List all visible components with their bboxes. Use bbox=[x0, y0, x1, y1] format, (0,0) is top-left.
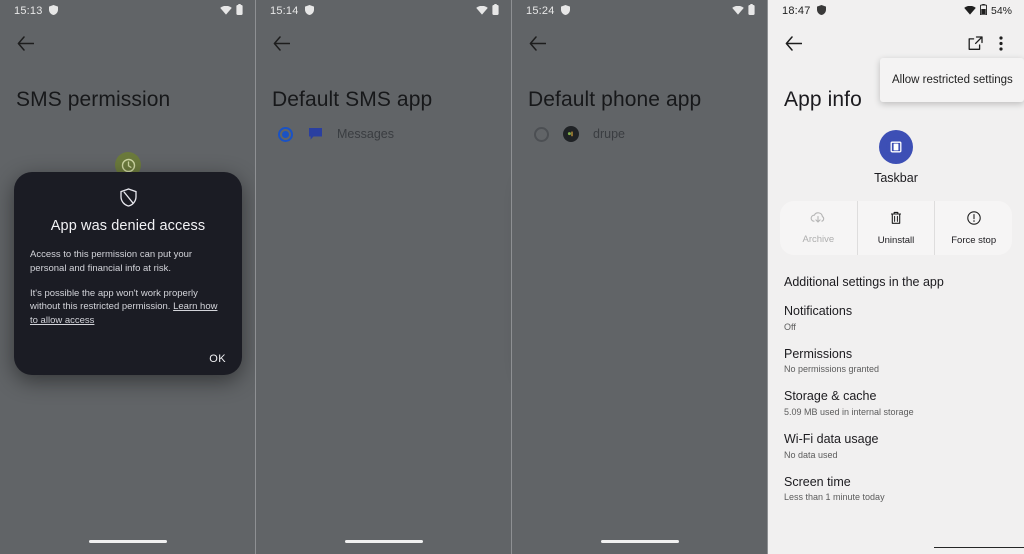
status-time: 15:13 bbox=[14, 5, 43, 17]
drupe-app-icon bbox=[563, 126, 579, 142]
radio-button-unselected[interactable] bbox=[534, 126, 549, 142]
page-title: SMS permission bbox=[16, 88, 171, 111]
action-bar bbox=[0, 22, 255, 64]
dialog-paragraph-1: Access to this permission can put your p… bbox=[30, 249, 193, 274]
setting-title: Screen time bbox=[784, 474, 851, 489]
setting-subtitle: Less than 1 minute today bbox=[784, 492, 885, 503]
status-bar-left: 15:24 bbox=[526, 2, 570, 20]
dialog-paragraph-2: It's possible the app won't work properl… bbox=[30, 287, 226, 328]
status-bar: 15:13 bbox=[0, 0, 255, 22]
cloud-archive-icon bbox=[810, 211, 826, 229]
panel-app-info: 18:47 54% Allow restricted settings App … bbox=[768, 0, 1024, 554]
battery-percent: 54% bbox=[990, 5, 1012, 17]
setting-subtitle: No permissions granted bbox=[784, 364, 880, 375]
denied-access-dialog: App was denied access Access to this per… bbox=[14, 172, 242, 375]
wifi-icon bbox=[732, 2, 744, 20]
dialog-body: Access to this permission can put your p… bbox=[30, 248, 226, 328]
status-time: 15:24 bbox=[526, 5, 555, 17]
section-header-additional-settings: Additional settings in the app bbox=[784, 275, 944, 289]
menu-item-allow-restricted-settings[interactable]: Allow restricted settings bbox=[892, 74, 1013, 86]
app-actions-card: Archive Uninstall Force stop bbox=[780, 201, 1012, 255]
overflow-menu-icon[interactable] bbox=[988, 30, 1014, 56]
stop-circle-icon bbox=[966, 210, 981, 230]
status-bar: 15:24 bbox=[512, 0, 767, 22]
archive-button[interactable]: Archive bbox=[780, 201, 857, 255]
app-header: Taskbar bbox=[768, 130, 1024, 185]
battery-icon bbox=[748, 2, 755, 20]
default-app-option-row[interactable]: Messages bbox=[256, 112, 511, 142]
setting-item-notifications[interactable]: Notifications Off bbox=[768, 289, 1024, 332]
status-bar: 15:14 bbox=[256, 0, 511, 22]
vpn-shield-icon bbox=[48, 2, 58, 20]
status-bar-right bbox=[476, 2, 499, 20]
back-arrow-icon[interactable] bbox=[268, 30, 294, 56]
status-bar-left: 15:13 bbox=[14, 2, 58, 20]
setting-item-permissions[interactable]: Permissions No permissions granted bbox=[768, 332, 1024, 375]
vpn-shield-icon bbox=[816, 2, 826, 20]
back-arrow-icon[interactable] bbox=[780, 30, 806, 56]
default-app-option-row[interactable]: drupe bbox=[512, 112, 767, 142]
open-in-new-icon[interactable] bbox=[962, 30, 988, 56]
radio-button-selected[interactable] bbox=[278, 126, 293, 142]
wifi-icon bbox=[220, 2, 232, 20]
setting-item-wifi-data-usage[interactable]: Wi-Fi data usage No data used bbox=[768, 417, 1024, 460]
status-time: 15:14 bbox=[270, 5, 299, 17]
setting-title: Permissions bbox=[784, 346, 853, 361]
overflow-popup-menu: Allow restricted settings bbox=[880, 58, 1024, 102]
battery-icon bbox=[979, 2, 988, 20]
status-bar-left: 15:14 bbox=[270, 2, 314, 20]
vpn-shield-icon bbox=[304, 2, 314, 20]
app-name: Taskbar bbox=[874, 171, 918, 185]
gesture-nav-bar[interactable] bbox=[600, 539, 679, 543]
action-bar bbox=[512, 22, 767, 64]
setting-title: Wi-Fi data usage bbox=[784, 431, 879, 446]
setting-item-storage-cache[interactable]: Storage & cache 5.09 MB used in internal… bbox=[768, 374, 1024, 417]
setting-title: Storage & cache bbox=[784, 389, 877, 404]
vpn-shield-icon bbox=[560, 2, 570, 20]
messages-app-icon bbox=[307, 126, 323, 142]
panel-default-sms-app: 15:14 Default SMS app Messages bbox=[256, 0, 512, 554]
status-bar-right bbox=[732, 2, 755, 20]
uninstall-button[interactable]: Uninstall bbox=[856, 201, 935, 255]
setting-subtitle: Off bbox=[784, 321, 796, 332]
setting-item-screen-time[interactable]: Screen time Less than 1 minute today bbox=[768, 460, 1024, 503]
gesture-nav-bar[interactable] bbox=[88, 539, 167, 543]
setting-subtitle: 5.09 MB used in internal storage bbox=[784, 406, 914, 417]
battery-icon bbox=[492, 2, 499, 20]
status-bar-right: 54% bbox=[964, 2, 1012, 20]
status-time: 18:47 bbox=[782, 5, 811, 17]
panel-default-phone-app: 15:24 Default phone app drupe bbox=[512, 0, 768, 554]
status-bar-right bbox=[220, 2, 243, 20]
shield-denied-icon bbox=[30, 188, 226, 208]
taskbar-app-icon bbox=[879, 130, 913, 164]
wifi-icon bbox=[476, 2, 488, 20]
dialog-actions: OK bbox=[30, 339, 226, 365]
force-stop-label: Force stop bbox=[951, 234, 997, 246]
setting-subtitle: No data used bbox=[784, 449, 838, 460]
battery-icon bbox=[236, 2, 243, 20]
gesture-nav-bar[interactable] bbox=[344, 539, 423, 543]
panel-sms-permission: 15:13 SMS permission App was denied acce… bbox=[0, 0, 256, 554]
status-bar: 18:47 54% bbox=[768, 0, 1024, 22]
archive-label: Archive bbox=[802, 234, 835, 245]
action-bar bbox=[256, 22, 511, 64]
screenshot-stage: 15:13 SMS permission App was denied acce… bbox=[0, 0, 1024, 554]
uninstall-label: Uninstall bbox=[877, 234, 915, 246]
scroll-indicator[interactable] bbox=[934, 546, 1024, 548]
status-bar-left: 18:47 bbox=[782, 2, 826, 20]
back-arrow-icon[interactable] bbox=[524, 30, 550, 56]
dialog-ok-button[interactable]: OK bbox=[209, 353, 226, 365]
force-stop-button[interactable]: Force stop bbox=[934, 201, 1012, 255]
page-title: Default phone app bbox=[528, 88, 702, 111]
option-label: Messages bbox=[337, 127, 394, 141]
setting-title: Notifications bbox=[784, 304, 853, 318]
trash-icon bbox=[890, 211, 902, 230]
page-title: Default SMS app bbox=[272, 88, 433, 111]
wifi-icon bbox=[964, 2, 976, 20]
dialog-title: App was denied access bbox=[50, 218, 206, 234]
option-label: drupe bbox=[593, 127, 625, 141]
back-arrow-icon[interactable] bbox=[12, 30, 38, 56]
